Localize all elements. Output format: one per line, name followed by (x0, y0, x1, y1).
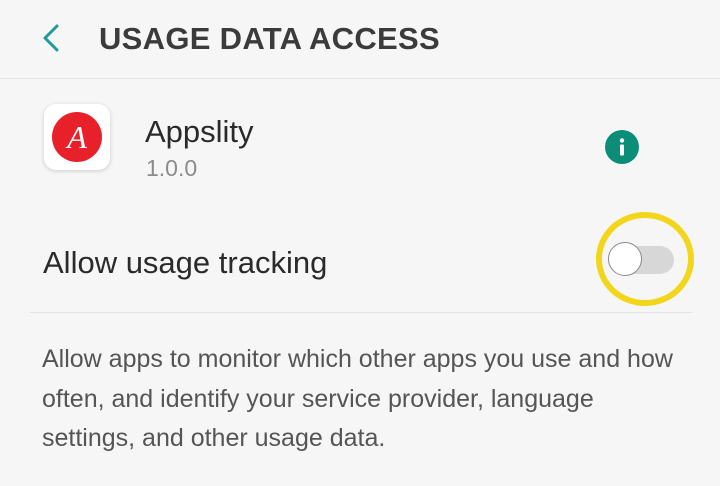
app-bar: USAGE DATA ACCESS (0, 0, 720, 79)
app-version: 1.0.0 (146, 155, 198, 181)
app-name: Appslity (145, 114, 254, 149)
app-logo-letter: A (65, 119, 87, 155)
info-icon (619, 138, 625, 156)
page-title: USAGE DATA ACCESS (99, 21, 440, 56)
chevron-left-icon (43, 24, 59, 52)
app-icon: A (44, 104, 110, 170)
app-info-button[interactable] (605, 130, 639, 164)
switch-thumb[interactable] (608, 242, 642, 276)
setting-description: Allow apps to monitor which other apps y… (42, 345, 673, 452)
app-info-row: A Appslity 1.0.0 (0, 92, 720, 192)
allow-usage-tracking-row[interactable]: Allow usage tracking (30, 210, 694, 313)
app-logo-icon: A (52, 112, 102, 162)
back-button[interactable] (30, 18, 70, 58)
setting-label: Allow usage tracking (43, 245, 328, 280)
